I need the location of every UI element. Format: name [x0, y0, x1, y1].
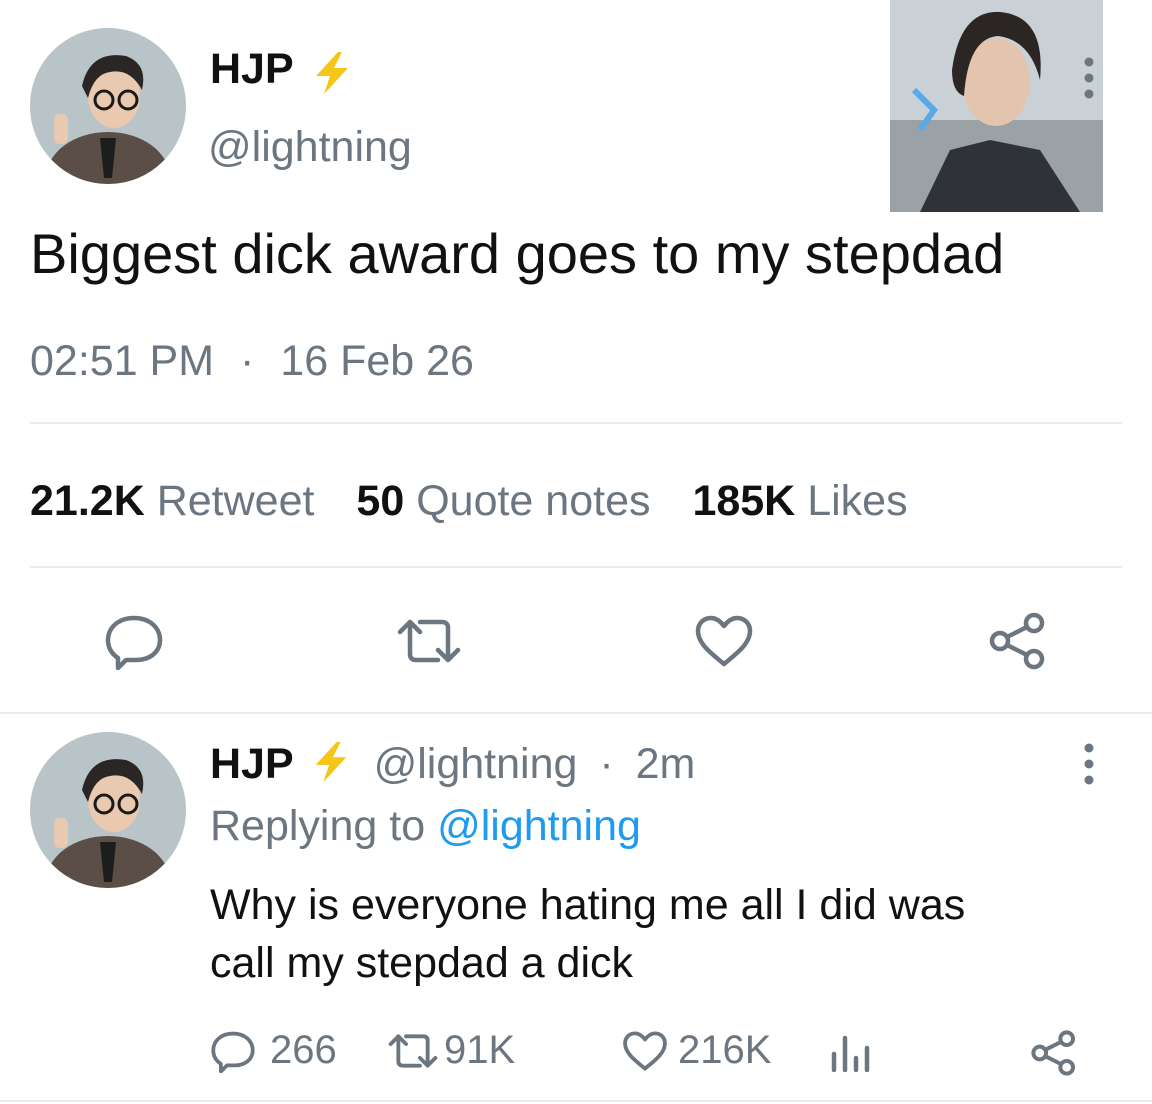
tweet-stats: 21.2K Retweet 50 Quote notes 185K Likes: [30, 476, 908, 526]
tweet-date: 16 Feb 26: [280, 337, 474, 385]
replying-to-prefix: Replying to: [210, 802, 426, 850]
reply-age: 2m: [635, 740, 696, 788]
reply-actions: 266 91K 216K: [210, 1028, 1090, 1078]
like-count: 216K: [678, 1028, 772, 1072]
likes-count: 185K: [692, 477, 796, 525]
divider: [30, 566, 1122, 568]
tweet-timestamp: 02:51 PM · 16 Feb 26: [30, 336, 474, 386]
likes-label: Likes: [807, 477, 908, 525]
divider: [0, 712, 1152, 714]
reply-icon[interactable]: [104, 612, 164, 670]
retweet-count: 91K: [444, 1028, 516, 1072]
author-display-name[interactable]: HJP: [210, 44, 294, 94]
reply-text-line: Why is everyone hating me all I did was: [210, 881, 966, 929]
tweet-time: 02:51 PM: [30, 337, 215, 385]
reply-text: Why is everyone hating me all I did was …: [210, 876, 965, 992]
lightning-bolt-icon: [308, 740, 354, 784]
reply-handle[interactable]: @lightning: [374, 740, 578, 788]
timestamp-separator: ·: [240, 337, 255, 385]
reply-author-avatar[interactable]: [30, 732, 186, 888]
quotes-count: 50: [356, 477, 405, 525]
retweet-icon[interactable]: [394, 616, 464, 666]
like-heart-icon[interactable]: [694, 614, 754, 668]
comment-icon: [210, 1029, 256, 1073]
quotes-stat[interactable]: 50 Quote notes: [356, 477, 662, 525]
retweets-stat[interactable]: 21.2K Retweet: [30, 477, 326, 525]
reply-text-line: call my stepdad a dick: [210, 939, 634, 987]
share-icon[interactable]: [1030, 1030, 1078, 1076]
analytics-icon[interactable]: [828, 1034, 872, 1072]
retweets-label: Retweet: [156, 477, 315, 525]
author-handle[interactable]: @lightning: [208, 122, 412, 172]
reply-comment-action[interactable]: 266: [210, 1028, 337, 1073]
reply-like-action[interactable]: 216K: [622, 1028, 771, 1073]
replying-to-handle-link[interactable]: @lightning: [437, 802, 641, 850]
divider: [0, 1100, 1152, 1102]
reply-display-name[interactable]: HJP: [210, 740, 294, 788]
retweets-count: 21.2K: [30, 477, 145, 525]
media-thumbnail[interactable]: [890, 0, 1103, 212]
more-options-icon[interactable]: [1082, 56, 1096, 100]
tweet-text: Biggest dick award goes to my stepdad: [30, 222, 1005, 285]
retweet-icon: [386, 1031, 440, 1071]
reply-header: HJP @lightning · 2m: [210, 738, 695, 790]
reply-retweet-action[interactable]: 91K: [386, 1028, 515, 1073]
author-avatar[interactable]: [30, 28, 186, 184]
reply-more-options-icon[interactable]: [1082, 742, 1096, 786]
heart-icon: [622, 1030, 668, 1072]
divider: [30, 422, 1122, 424]
lightning-bolt-icon: [308, 50, 356, 96]
reply-count: 266: [270, 1028, 337, 1072]
reply-separator: ·: [599, 740, 614, 788]
replying-to: Replying to @lightning: [210, 800, 641, 852]
likes-stat[interactable]: 185K Likes: [692, 477, 907, 525]
quotes-label: Quote notes: [416, 477, 651, 525]
share-icon[interactable]: [988, 612, 1048, 670]
